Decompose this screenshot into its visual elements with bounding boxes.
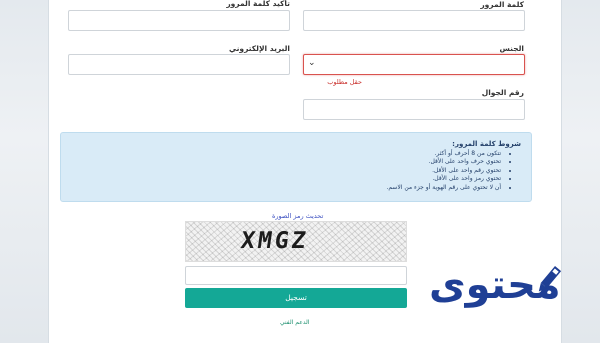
mohtawa-logo: محتوى	[425, 258, 575, 320]
confirm-password-label: تأكيد كلمة المرور	[226, 0, 290, 8]
email-field[interactable]	[68, 54, 290, 75]
password-rule-item: تحتوي حرف واحد على الأقل.	[71, 158, 501, 166]
password-label: كلمة المرور	[480, 0, 524, 9]
refresh-captcha-link[interactable]: تحديث رمز الصورة	[272, 212, 323, 220]
password-rule-item: تحتوي رمز واحد على الأقل.	[71, 175, 501, 183]
captcha-input[interactable]	[185, 266, 407, 285]
register-button[interactable]: تسجيل	[185, 288, 407, 308]
mobile-label: رقم الجوال	[481, 88, 524, 97]
email-label: البريد الإلكتروني	[229, 44, 290, 53]
password-rules-title: شروط كلمة المرور:	[452, 140, 521, 148]
gender-error-text: حقل مطلوب	[327, 78, 362, 86]
password-field[interactable]	[303, 10, 525, 31]
tech-support-link[interactable]: الدعم الفني	[280, 319, 309, 326]
captcha-text: XMGZ	[239, 228, 311, 254]
password-rule-item: تحتوي رقم واحد على الأقل.	[71, 167, 501, 175]
password-rules-box: شروط كلمة المرور: تتكون من 8 أحرف أو أكث…	[60, 132, 532, 202]
password-rules-list: تتكون من 8 أحرف أو أكثر. تحتوي حرف واحد …	[71, 150, 521, 192]
pen-icon	[538, 266, 562, 292]
gender-select[interactable]: ⌄	[303, 54, 525, 75]
captcha-image: XMGZ	[185, 221, 407, 262]
mobile-field[interactable]	[303, 99, 525, 120]
confirm-password-field[interactable]	[68, 10, 290, 31]
chevron-down-icon: ⌄	[308, 58, 316, 68]
gender-label: الجنس	[499, 44, 524, 53]
password-rule-item: أن لا تحتوي على رقم الهوية أو جزء من الا…	[71, 184, 501, 192]
